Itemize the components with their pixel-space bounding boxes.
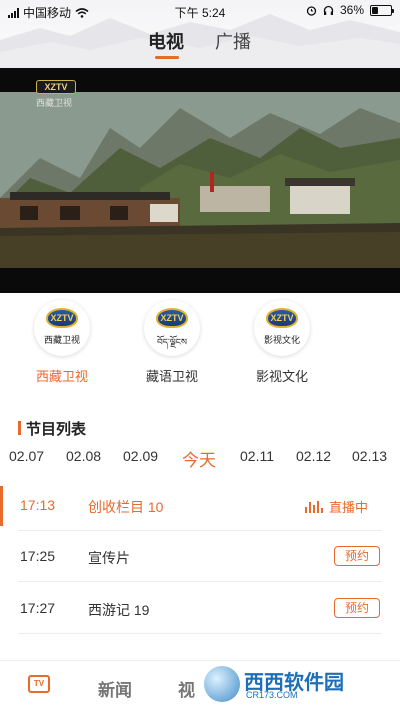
channel-watermark: XZTV 西藏卫视 bbox=[36, 80, 76, 109]
channel-logo: XZTV 西藏卫视 bbox=[34, 300, 90, 356]
active-tab-indicator bbox=[155, 56, 179, 59]
program-title: 西游记 19 bbox=[88, 602, 150, 618]
watermark-url: CR173.COM bbox=[246, 690, 298, 700]
channel-logo-text: 影视文化 bbox=[263, 335, 300, 345]
program-list-title: 节目列表 bbox=[18, 418, 86, 439]
program-time: 17:13 bbox=[20, 497, 56, 513]
channel-logo: XZTV བོད་ལྗོངས bbox=[144, 300, 200, 356]
channel-list: XZTV 西藏卫视 西藏卫视 XZTV བོད་ལྗོངས 藏语卫视 XZTV … bbox=[0, 300, 400, 395]
tab-radio[interactable]: 广播 bbox=[215, 28, 251, 54]
equalizer-icon bbox=[304, 500, 323, 513]
date-tab[interactable]: 02.11 bbox=[240, 448, 274, 464]
xztv-emblem-icon: XZTV bbox=[266, 308, 298, 328]
channel-name: 影视文化 bbox=[255, 369, 308, 384]
program-title: 创收栏目 10 bbox=[88, 499, 164, 515]
row-divider bbox=[18, 633, 382, 634]
date-tab[interactable]: 02.13 bbox=[352, 448, 387, 464]
program-title: 宣传片 bbox=[88, 550, 130, 566]
watermark-text: 西藏卫视 bbox=[36, 98, 73, 108]
channel-logo: XZTV 影视文化 bbox=[254, 300, 310, 356]
video-player[interactable]: XZTV 西藏卫视 bbox=[0, 68, 400, 293]
channel-name: 藏语卫视 bbox=[145, 369, 198, 384]
app-header: 中国移动 下午 5:24 36% 电视 广播 bbox=[0, 0, 400, 68]
nav-item-news[interactable]: 新闻 bbox=[98, 676, 132, 701]
program-time: 17:25 bbox=[20, 548, 56, 564]
live-indicator-bar bbox=[0, 486, 3, 526]
date-tab[interactable]: 02.08 bbox=[66, 448, 101, 464]
program-time: 17:27 bbox=[20, 600, 56, 616]
program-row[interactable]: 17:27 西游记 19 预约 bbox=[0, 584, 400, 634]
live-status-label: 直播中 bbox=[328, 500, 368, 515]
nav-item-video[interactable]: 视 bbox=[178, 676, 195, 701]
row-divider bbox=[18, 530, 382, 531]
channel-name: 西藏卫视 bbox=[35, 369, 88, 384]
program-row-live[interactable]: 17:13 创收栏目 10 直播中 bbox=[0, 481, 400, 531]
battery-percent: 36% bbox=[339, 3, 364, 17]
watermark-logo: XZTV bbox=[36, 80, 76, 94]
status-bar: 中国移动 下午 5:24 36% bbox=[0, 0, 400, 22]
tab-tv[interactable]: 电视 bbox=[148, 28, 184, 54]
program-row[interactable]: 17:25 宣传片 预约 bbox=[0, 532, 400, 582]
row-divider bbox=[18, 581, 382, 582]
alarm-icon bbox=[306, 5, 317, 16]
date-tab[interactable]: 02.09 bbox=[123, 448, 158, 464]
channel-item-xizang[interactable]: XZTV 西藏卫视 西藏卫视 bbox=[12, 300, 112, 385]
reserve-button[interactable]: 预约 bbox=[334, 546, 380, 566]
date-selector: 02.07 02.08 02.09 今天 02.11 02.12 02.13 bbox=[0, 446, 400, 472]
channel-item-yingshi[interactable]: XZTV 影视文化 影视文化 bbox=[232, 300, 332, 385]
date-tab[interactable]: 02.12 bbox=[296, 448, 331, 464]
date-tab[interactable]: 02.07 bbox=[9, 448, 44, 464]
top-tabs: 电视 广播 bbox=[0, 28, 400, 64]
xztv-emblem-icon: XZTV bbox=[156, 308, 188, 328]
channel-logo-text: 西藏卫视 bbox=[43, 335, 80, 345]
tv-nav-icon[interactable]: TV bbox=[28, 675, 50, 693]
xztv-emblem-icon: XZTV bbox=[46, 308, 78, 328]
headphones-icon bbox=[323, 5, 334, 15]
watermark-globe-icon bbox=[204, 666, 240, 702]
channel-logo-text: བོད་ལྗོངས bbox=[156, 337, 188, 347]
battery-icon bbox=[370, 4, 394, 16]
date-tab-today[interactable]: 今天 bbox=[182, 446, 216, 471]
channel-item-zangyu[interactable]: XZTV བོད་ལྗོངས 藏语卫视 bbox=[122, 300, 222, 385]
site-watermark: 西西软件园 CR173.COM bbox=[198, 660, 388, 706]
live-status: 直播中 bbox=[304, 497, 368, 516]
reserve-button[interactable]: 预约 bbox=[334, 598, 380, 618]
